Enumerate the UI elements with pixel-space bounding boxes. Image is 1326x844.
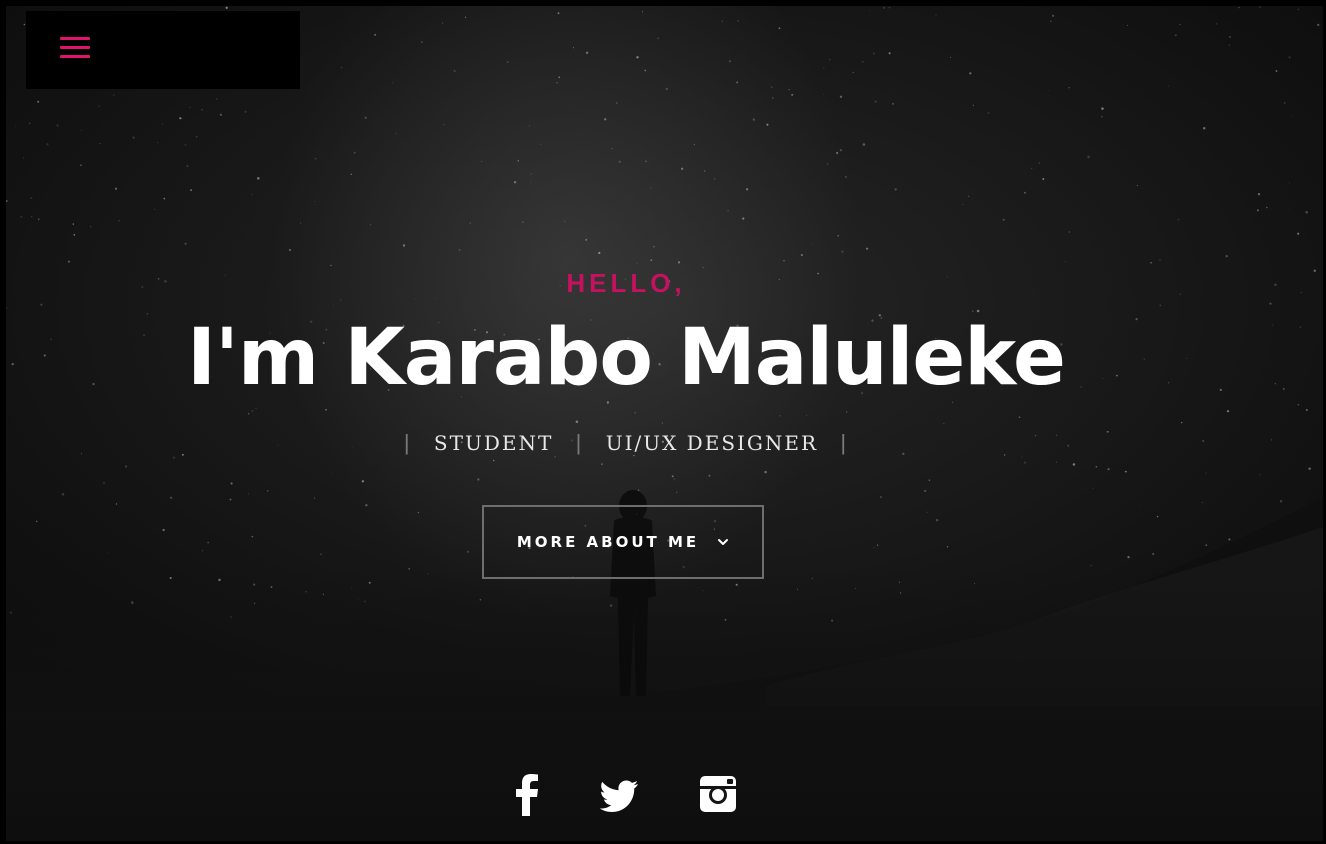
role-separator: | [840,430,849,455]
role-uiux-designer: UI/UX DESIGNER [605,431,819,455]
twitter-icon[interactable] [600,772,640,816]
role-student: STUDENT [433,431,554,455]
hero-greeting: HELLO, [566,268,686,298]
facebook-icon[interactable] [514,772,542,816]
hero-section: HELLO, I'm Karabo Maluleke | STUDENT | U… [6,6,1323,841]
hero-name: I'm Karabo Maluleke [187,313,1066,403]
menu-panel [26,11,300,89]
instagram-icon[interactable] [698,772,738,816]
page-frame: HELLO, I'm Karabo Maluleke | STUDENT | U… [0,0,1326,844]
more-about-me-label: MORE ABOUT ME [516,533,700,551]
hamburger-menu-icon[interactable] [58,33,94,63]
chevron-down-icon [718,539,729,545]
role-separator: | [403,430,412,455]
hero-roles: | STUDENT | UI/UX DESIGNER | [6,430,1246,456]
more-about-me-button[interactable]: MORE ABOUT ME [482,505,764,579]
hill-silhouette-background [6,490,1323,841]
role-separator: | [575,430,584,455]
